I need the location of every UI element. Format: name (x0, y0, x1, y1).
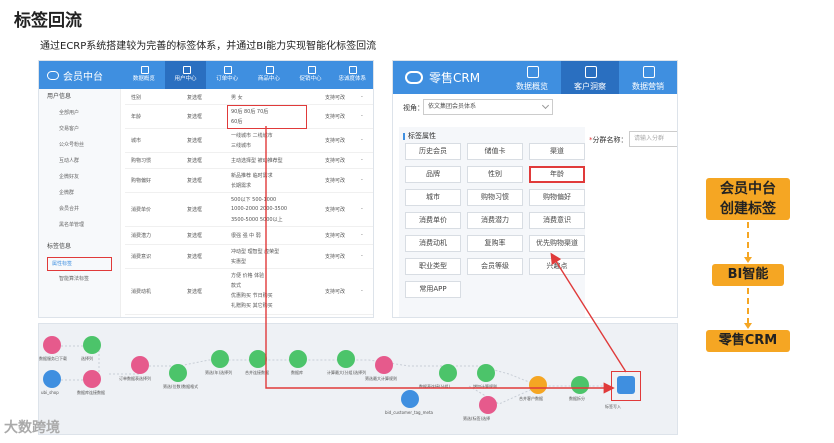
step-retail-crm: 零售CRM (706, 330, 790, 352)
step-arrow (744, 222, 752, 263)
arrow-to-bi (265, 126, 615, 394)
step-member-center: 会员中台 创建标签 (706, 178, 790, 220)
watermark: 大数跨境 (4, 420, 60, 436)
flow-arrows (265, 126, 627, 394)
step-arrow (744, 288, 752, 329)
step-bi: BI智能 (712, 264, 784, 286)
arrow-to-crm (550, 252, 627, 373)
